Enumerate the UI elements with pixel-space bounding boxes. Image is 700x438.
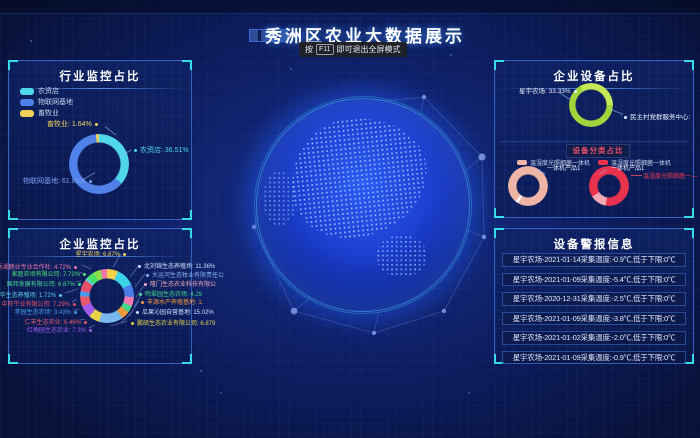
corner-bracket [182, 210, 192, 220]
corner-bracket [8, 60, 18, 70]
slice-label-product1: 一体机产品1 [611, 163, 644, 172]
alarm-row: 星宇农场-2021-01-14采集温度:-0.9℃,低于下限:0℃ [502, 253, 686, 267]
legend-label: 农资店 [38, 86, 59, 96]
equipment-ratio-panel: 企业设备占比 星宇农场: 33.33% 民主村党群服务中心: 设备分类占比 温湿… [494, 60, 694, 218]
section-divider [501, 141, 687, 142]
corner-bracket [182, 60, 192, 70]
legend-label: 物联网基地 [38, 97, 73, 107]
corner-bracket [182, 228, 192, 238]
dotted-earth-globe [256, 98, 470, 312]
slice-label-minzhucun: 民主村党群服务中心: [624, 111, 690, 121]
toast-suffix-text: 即可退出全屏模式 [337, 44, 401, 55]
legend-swatch-red [598, 160, 608, 165]
enterprise-ratio-panel: 企业监控占比 星宇农场: 6.87% 秀湖鹅业专业合作社: 4.72% 家庭农场… [8, 228, 192, 364]
slice-label: 瓜果沁园自营基地: 15.02% [136, 307, 214, 316]
legend-item-wulianwang[interactable]: 物联网基地 [20, 97, 73, 107]
alarm-info-panel: 设备警报信息 星宇农场-2021-01-14采集温度:-0.9℃,低于下限:0℃… [494, 228, 694, 364]
industry-legend: 农资店 物联网基地 畜牧业 [20, 86, 73, 119]
globe-continent-dots [376, 235, 427, 277]
corner-bracket [182, 354, 192, 364]
globe-continent-dots [263, 171, 297, 226]
toast-prefix-text: 按 [305, 44, 313, 55]
globe-continent-dots [285, 111, 432, 243]
enterprise-donut-chart[interactable] [80, 269, 134, 323]
legend-swatch-salmon [517, 160, 527, 165]
industry-ratio-panel: 行业监控占比 农资店 物联网基地 畜牧业 畜牧业: 1.64% 农资店: 36.… [8, 60, 192, 220]
corner-bracket [684, 208, 694, 218]
legend-item-nongzidian[interactable]: 农资店 [20, 86, 73, 96]
leader-line [611, 109, 623, 115]
slice-label: 家庭农场有限公司: 7.72% [12, 269, 86, 278]
corner-bracket [494, 60, 504, 70]
slice-label: 丰源水产养殖基地: 1. [141, 297, 203, 306]
alarm-row: 星宇农场-2021-01-09采集温度:-5.4℃,低于下限:0℃ [502, 273, 686, 287]
f11-key-icon: F11 [316, 44, 334, 55]
legend-swatch-cyan [20, 88, 34, 95]
slice-label: 红梅园生态农业: 7.3% [27, 325, 92, 334]
corner-bracket [684, 228, 694, 238]
top-strip [0, 0, 700, 14]
slice-label: 星宇农场: 6.87% [76, 249, 126, 258]
alarm-row: 星宇农场-2021-01-09采集温度:-0.9℃,低于下限:0℃ [502, 351, 686, 365]
corner-bracket [494, 208, 504, 218]
slice-label-wulianwang: 物联网基地: 61.85% [23, 176, 92, 186]
slice-label: 上华生态养殖场: 1.72% [0, 290, 62, 299]
slice-label-allinone: 温湿度光照细菌一— [643, 171, 697, 180]
category-donut-right[interactable] [589, 166, 629, 206]
slice-label-nongzidian: 农资店: 36.51% [134, 145, 189, 155]
panel-title: 设备警报信息 [495, 229, 693, 252]
alarm-list: 星宇农场-2021-01-14采集温度:-0.9℃,低于下限:0℃ 星宇农场-2… [502, 253, 686, 370]
slice-label-xingyu: 星宇农场: 33.33% [519, 85, 577, 95]
alarm-row: 星宇农场-2020-12-31采集温度:-2.5℃,低于下限:0℃ [502, 292, 686, 306]
corner-bracket [494, 228, 504, 238]
corner-bracket [684, 60, 694, 70]
legend-label: 畜牧业 [38, 108, 59, 118]
legend-item-xumuye[interactable]: 畜牧业 [20, 108, 73, 118]
panel-title: 企业设备占比 [495, 61, 693, 84]
slice-label: 隆门生态农业科技有限公 [144, 279, 216, 288]
slice-label: 大运河生态牧业有限责任公 [146, 270, 224, 279]
alarm-row: 星宇农场-2021-01-02采集温度:-2.0℃,低于下限:0℃ [502, 331, 686, 345]
legend-swatch-yellow [20, 110, 34, 117]
alarm-row: 星宇农场-2021-01-09采集温度:-3.8℃,低于下限:0℃ [502, 312, 686, 326]
leader-line [631, 175, 642, 176]
dashboard-screen: 秀洲区农业大数据展示 按 F11 即可退出全屏模式 [0, 0, 700, 438]
slice-label: 鹏硕生态农业有限公司: 6.879 [131, 318, 215, 327]
panel-title: 行业监控占比 [9, 61, 191, 84]
corner-bracket [8, 228, 18, 238]
slice-label: 国邦发展有限公司: 6.87% [7, 279, 81, 288]
legend-swatch-blue [20, 99, 34, 106]
slice-label: 李园生态农场: 3.43% [15, 307, 77, 316]
corner-bracket [8, 210, 18, 220]
slice-label-xumuye: 畜牧业: 1.64% [47, 119, 98, 129]
fullscreen-exit-toast: 按 F11 即可退出全屏模式 [299, 42, 407, 57]
corner-bracket [8, 354, 18, 364]
slice-label-product1: 一体机产品1 [547, 163, 580, 172]
slice-label: 北刘锦生态养殖场: 11.36% [138, 261, 215, 270]
category-section-title: 设备分类占比 [566, 144, 630, 158]
